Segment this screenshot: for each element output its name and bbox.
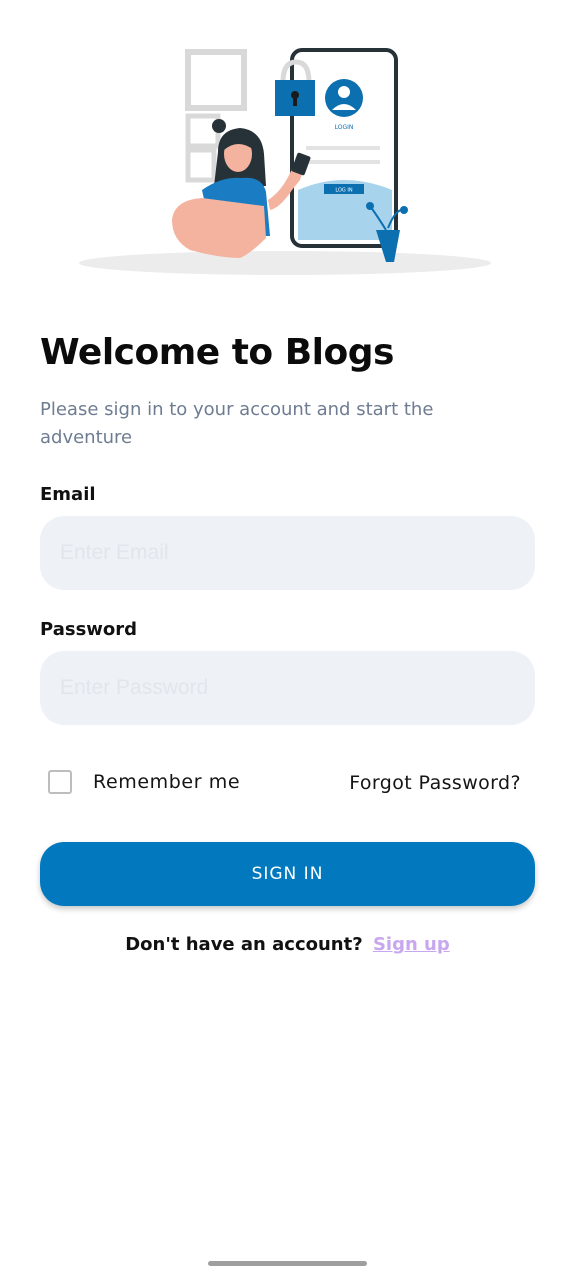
remember-me-toggle[interactable]: Remember me — [48, 770, 240, 794]
page-subtitle: Please sign in to your account and start… — [40, 399, 434, 448]
sign-in-button[interactable]: SIGN IN — [40, 842, 535, 906]
password-label: Password — [40, 619, 138, 640]
signup-link[interactable]: Sign up — [373, 934, 450, 955]
forgot-password-link[interactable]: Forgot Password? — [349, 772, 521, 794]
password-field[interactable] — [40, 651, 535, 725]
login-illustration: LOGIN LOG IN — [70, 40, 500, 280]
email-field[interactable] — [40, 516, 535, 590]
email-label: Email — [40, 484, 96, 505]
signup-prompt: Don't have an account? — [125, 934, 363, 955]
remember-me-label[interactable]: Remember me — [93, 771, 240, 793]
signup-row: Don't have an account? Sign up — [0, 934, 575, 955]
remember-me-checkbox[interactable] — [48, 770, 72, 794]
page-title: Welcome to Blogs — [40, 332, 394, 373]
phone-login-button-text: LOG IN — [335, 188, 352, 194]
phone-login-text: LOGIN — [335, 124, 354, 131]
home-indicator[interactable] — [208, 1261, 367, 1266]
